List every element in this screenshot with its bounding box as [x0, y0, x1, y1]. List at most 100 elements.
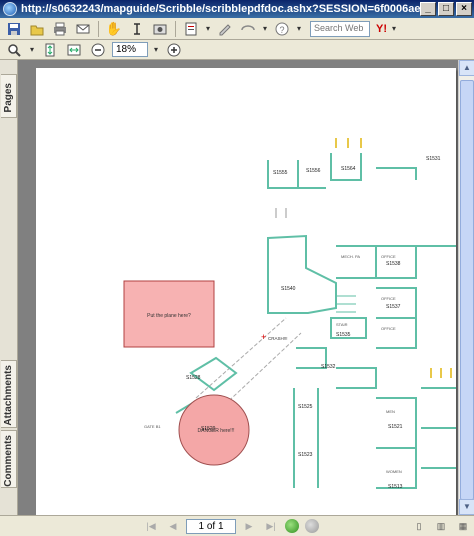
zoom-toolbar: ▾ 18% ▾: [0, 40, 474, 60]
next-page-icon[interactable]: ▶: [241, 519, 257, 533]
room-name: MECH. PA: [341, 254, 360, 259]
room-number: S1555: [273, 170, 288, 176]
room-outline: [336, 367, 377, 389]
room-outline: [376, 317, 417, 349]
previous-page-icon[interactable]: ◀: [165, 519, 181, 533]
print-icon[interactable]: [50, 20, 70, 38]
minimize-button[interactable]: _: [420, 2, 436, 16]
chevron-down-icon[interactable]: ▾: [295, 20, 303, 38]
wall-marks: [335, 138, 362, 148]
room-number: S1525: [298, 404, 313, 410]
title-bar: http://s0632243/mapguide/Scribble/scribb…: [0, 0, 474, 18]
floor-plan: Put the plane here? DANGER here!!! + CRA…: [123, 138, 456, 490]
room-name: MEN: [386, 409, 395, 414]
tab-attachments-label: Attachments: [3, 365, 14, 426]
plane-annotation-text: Put the plane here?: [147, 313, 191, 319]
last-page-icon[interactable]: ▶|: [263, 519, 279, 533]
wall: [421, 387, 456, 469]
page-navigation-bar: |◀ ◀ 1 of 1 ▶ ▶| ▯ ▥ ▦: [0, 515, 474, 536]
browser-icon: [3, 2, 17, 16]
room-number: S1528: [186, 375, 201, 381]
toolbar-separator: [175, 20, 176, 37]
chevron-down-icon[interactable]: ▾: [390, 20, 398, 38]
maximize-button[interactable]: □: [438, 2, 454, 16]
pdf-options-icon[interactable]: [181, 20, 201, 38]
review-icon[interactable]: [238, 20, 258, 38]
room-number: S1529: [201, 426, 216, 432]
chevron-down-icon[interactable]: ▾: [261, 20, 269, 38]
corridor-wall: [293, 388, 319, 488]
save-icon[interactable]: [4, 20, 24, 38]
select-text-icon[interactable]: [127, 20, 147, 38]
vertical-scrollbar[interactable]: ▲ ▼: [458, 60, 474, 515]
pdf-page: Put the plane here? DANGER here!!! + CRA…: [36, 68, 456, 515]
zoom-in-icon[interactable]: [164, 41, 184, 59]
fit-width-icon[interactable]: [64, 41, 84, 59]
room-name: STAIR: [336, 322, 348, 327]
room-outline: [336, 245, 377, 279]
hand-tool-icon[interactable]: ✋: [104, 20, 124, 38]
zoom-tool-icon[interactable]: [4, 41, 24, 59]
room-name: OFFICE: [381, 296, 396, 301]
crash-label: CRASH!!!: [268, 336, 288, 341]
tab-comments[interactable]: Comments: [1, 430, 17, 488]
tab-pages[interactable]: Pages: [1, 74, 17, 118]
room-number: S1540: [281, 286, 296, 292]
crash-marker-icon: +: [261, 332, 266, 342]
room-number: S1535: [336, 332, 351, 338]
tab-pages-label: Pages: [3, 83, 14, 113]
window-title: http://s0632243/mapguide/Scribble/scribb…: [21, 3, 420, 15]
single-page-icon[interactable]: ▯: [411, 519, 427, 533]
scroll-up-icon[interactable]: ▲: [459, 60, 474, 76]
room-outline: [376, 447, 417, 489]
room-number: S1537: [386, 304, 401, 310]
room-number: S1513: [388, 484, 403, 490]
scroll-down-icon[interactable]: ▼: [459, 499, 474, 515]
open-icon[interactable]: [27, 20, 47, 38]
room-name: WOMEN: [386, 469, 402, 474]
chevron-down-icon[interactable]: ▾: [152, 41, 160, 59]
previous-view-icon[interactable]: [285, 519, 299, 533]
snapshot-icon[interactable]: [150, 20, 170, 38]
room-name: OFFICE: [381, 326, 396, 331]
room-outline: [376, 397, 417, 449]
zoom-out-icon[interactable]: [88, 41, 108, 59]
first-page-icon[interactable]: |◀: [143, 519, 159, 533]
wall-marks: [430, 368, 452, 378]
document-viewport[interactable]: Put the plane here? DANGER here!!! + CRA…: [18, 60, 458, 515]
room-number: S1556: [306, 168, 321, 174]
room-outline: [267, 234, 337, 314]
page-number-field[interactable]: 1 of 1: [186, 518, 236, 534]
tab-attachments[interactable]: Attachments: [1, 360, 17, 428]
actual-size-icon[interactable]: [40, 41, 60, 59]
stair-lines: [336, 295, 356, 313]
marks: [275, 208, 287, 218]
close-button[interactable]: ×: [456, 2, 472, 16]
main-toolbar: ✋ ▾ ▾ ? ▾ Search Web Y! ▾: [0, 18, 474, 40]
email-icon[interactable]: [73, 20, 93, 38]
zoom-level-field[interactable]: 18%: [112, 42, 148, 57]
room-number: S1531: [426, 156, 441, 162]
room-name: OFFICE: [381, 254, 396, 259]
yahoo-logo[interactable]: Y!: [376, 23, 387, 35]
search-input[interactable]: Search Web: [310, 20, 370, 37]
scroll-thumb[interactable]: [460, 80, 474, 500]
next-view-icon[interactable]: [305, 519, 319, 533]
room-number: S1538: [386, 261, 401, 267]
room-outline: [297, 160, 326, 189]
svg-text:?: ?: [280, 25, 285, 35]
room-number: S1521: [388, 424, 403, 430]
room-number: S1523: [298, 452, 313, 458]
chevron-down-icon[interactable]: ▾: [204, 20, 212, 38]
room-outline: [376, 167, 417, 180]
sign-icon[interactable]: [215, 20, 235, 38]
room-number: S1532: [321, 364, 336, 370]
tab-comments-label: Comments: [3, 435, 14, 487]
toolbar-separator: [98, 20, 99, 37]
facing-pages-icon[interactable]: ▦: [455, 519, 471, 533]
help-icon[interactable]: ?: [272, 20, 292, 38]
room-name: GATE B1: [144, 424, 161, 429]
room-outline: [189, 356, 238, 392]
chevron-down-icon[interactable]: ▾: [28, 41, 36, 59]
continuous-page-icon[interactable]: ▥: [433, 519, 449, 533]
